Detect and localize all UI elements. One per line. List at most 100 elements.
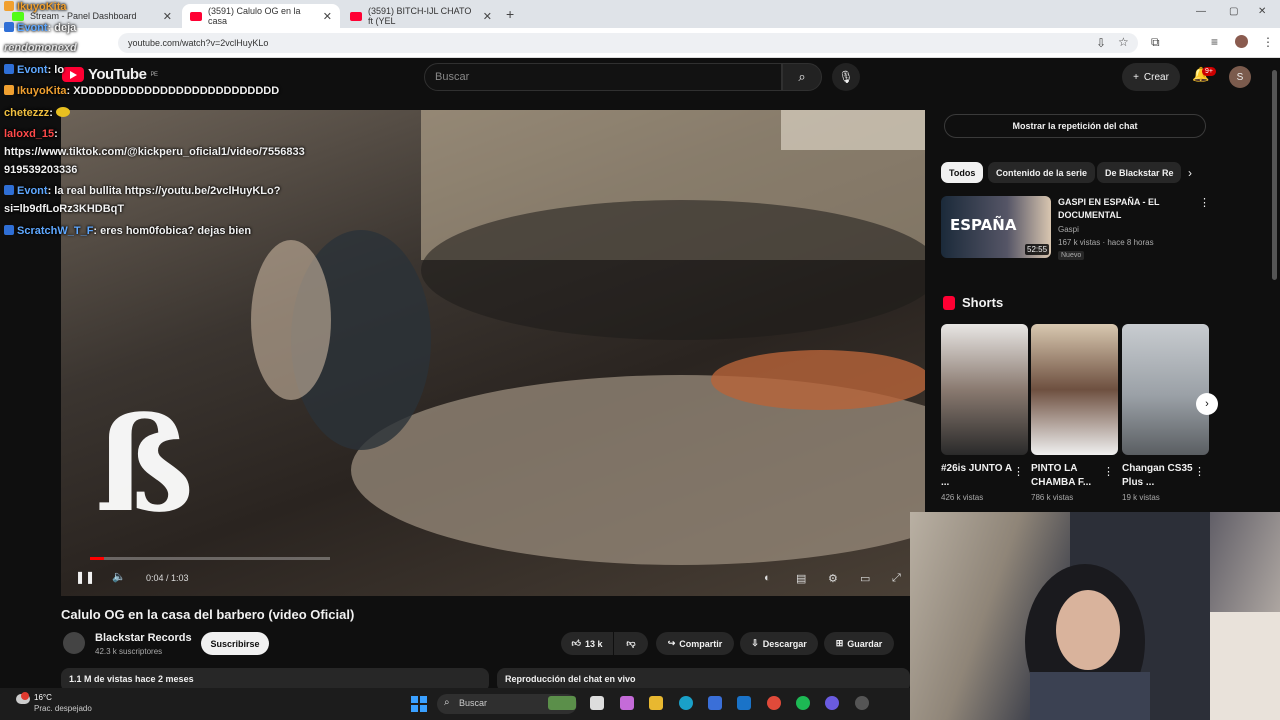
share-button[interactable]: ↪ Compartir	[656, 632, 734, 655]
chat-message: rendomonexd	[4, 42, 77, 54]
volume-icon[interactable]: 🔈	[112, 570, 126, 583]
short-thumbnail[interactable]	[1031, 324, 1118, 455]
search-icon: ⌕	[444, 697, 450, 708]
show-chat-replay-button[interactable]: Mostrar la repetición del chat	[944, 114, 1206, 138]
chat-message: IkuyoKita: XDDDDDDDDDDDDDDDDDDDDDDDDD	[4, 85, 279, 97]
extensions-icon[interactable]: ⧉	[1151, 35, 1160, 50]
more-vert-icon[interactable]: ⋮	[1013, 465, 1024, 478]
chevron-right-icon[interactable]: ›	[1188, 166, 1192, 180]
discord-icon[interactable]	[825, 696, 839, 710]
tab-calulo-video[interactable]: (3591) Calulo OG en la casa ✕	[182, 4, 340, 28]
outlook-icon[interactable]	[737, 696, 751, 710]
subtitles-icon[interactable]: ▤	[796, 572, 806, 585]
chat-username: IkuyoKita	[17, 1, 67, 13]
video-progress-bar[interactable]	[90, 557, 330, 560]
more-vert-icon[interactable]: ⋮	[1194, 465, 1205, 478]
windows-start-icon[interactable]	[411, 696, 427, 712]
thumbs-up-icon: 👍︎	[571, 638, 581, 648]
short-title[interactable]: Changan CS35 Plus ...	[1122, 462, 1194, 489]
save-playlist-icon: ⊞	[835, 638, 844, 648]
more-vert-icon[interactable]: ⋮	[1199, 196, 1210, 209]
chip-from-blackstar[interactable]: De Blackstar Re	[1097, 162, 1181, 183]
copilot-icon[interactable]	[620, 696, 634, 710]
obs-icon[interactable]	[855, 696, 869, 710]
like-button[interactable]: 👍︎ 13 k	[561, 632, 613, 655]
edge-icon[interactable]	[679, 696, 693, 710]
page-scrollbar[interactable]	[1272, 70, 1277, 280]
chat-text: https://www.tiktok.com/@kickperu_oficial…	[4, 146, 305, 158]
chat-message: chetezzz:	[4, 107, 70, 119]
chat-message: Evont: lo	[4, 64, 64, 76]
file-explorer-icon[interactable]	[649, 696, 663, 710]
bookmark-star-icon[interactable]: ☆	[1118, 35, 1129, 49]
more-vert-icon[interactable]: ⋮	[1103, 465, 1114, 478]
chrome-icon[interactable]	[767, 696, 781, 710]
chat-username: IkuyoKita	[17, 85, 67, 97]
download-button[interactable]: ⇩ Descargar	[740, 632, 818, 655]
subscribe-button[interactable]: Suscribirse	[201, 632, 269, 655]
chip-todos[interactable]: Todos	[941, 162, 984, 183]
chat-message: Evont: la real bullita https://youtu.be/…	[4, 185, 280, 197]
save-label: Guardar	[847, 638, 883, 649]
dislike-button[interactable]: 👎︎	[614, 632, 648, 655]
tab-label: (3591) BITCH-IJL CHATO ft (YEL	[368, 6, 472, 26]
new-badge: Nuevo	[1058, 251, 1085, 260]
download-label: Descargar	[762, 638, 807, 649]
short-views: 19 k vistas	[1122, 493, 1160, 502]
pause-icon[interactable]: ❚❚	[75, 570, 95, 584]
short-title[interactable]: #26is JUNTO A ...	[941, 462, 1013, 489]
weather-temperature: 16°C	[34, 693, 52, 702]
url-field[interactable]: youtube.com/watch?v=2vclHuyKLo	[118, 33, 1138, 53]
video-duration: 52:55	[1025, 244, 1050, 255]
fullscreen-icon[interactable]: ⤢	[892, 572, 901, 585]
menu-list-icon[interactable]: ≡	[1211, 35, 1218, 49]
new-tab-button[interactable]: +	[506, 6, 514, 22]
close-tab-icon[interactable]: ✕	[163, 10, 172, 23]
weather-alert-badge	[21, 692, 29, 700]
minimize-icon[interactable]: —	[1196, 6, 1206, 17]
short-thumbnail[interactable]	[1122, 324, 1209, 455]
chat-badge-icon	[4, 185, 14, 195]
more-vert-icon[interactable]: ⋮	[1262, 35, 1274, 49]
search-input[interactable]: Buscar	[424, 63, 782, 91]
channel-avatar[interactable]	[63, 632, 85, 654]
like-count: 13 k	[584, 638, 603, 649]
save-button[interactable]: ⊞ Guardar	[824, 632, 894, 655]
profile-avatar[interactable]	[1235, 35, 1248, 48]
channel-name[interactable]: Blackstar Records	[95, 632, 192, 644]
region-code: PE	[150, 71, 158, 78]
youtube-logo[interactable]: YouTube PE	[62, 66, 158, 83]
plus-icon: +	[1133, 71, 1139, 83]
voice-search-button[interactable]: 🎙	[832, 63, 860, 91]
spotify-icon[interactable]	[796, 696, 810, 710]
shorts-heading: Shorts	[962, 295, 1004, 310]
short-thumbnail[interactable]	[941, 324, 1028, 455]
subscriber-count: 42.3 k suscriptores	[95, 647, 163, 656]
close-tab-icon[interactable]: ✕	[483, 10, 492, 23]
settings-gear-icon[interactable]: ⚙	[828, 572, 838, 585]
account-avatar[interactable]: S	[1229, 66, 1251, 88]
theater-mode-icon[interactable]: ▭	[860, 572, 870, 585]
tab-bitch-chato[interactable]: (3591) BITCH-IJL CHATO ft (YEL ✕	[342, 4, 500, 28]
short-views: 786 k vistas	[1031, 493, 1074, 502]
chat-username: laloxd_15	[4, 128, 55, 140]
recommended-title[interactable]: GASPI EN ESPAÑA - EL DOCUMENTAL	[1058, 196, 1198, 221]
search-button[interactable]: ⌕	[782, 63, 822, 91]
close-tab-icon[interactable]: ✕	[323, 10, 332, 23]
close-window-icon[interactable]: ✕	[1258, 6, 1266, 17]
chat-message: ScratchW_T_F: eres hom0fobica? dejas bie…	[4, 225, 251, 237]
weather-description: Prac. despejado	[34, 704, 92, 713]
recommended-channel[interactable]: Gaspi	[1058, 225, 1079, 234]
search-highlight-icon[interactable]	[548, 696, 576, 710]
chat-badge-icon	[4, 1, 14, 11]
maximize-icon[interactable]: ▢	[1229, 6, 1238, 17]
store-icon[interactable]	[708, 696, 722, 710]
youtube-icon	[190, 11, 202, 21]
chevron-right-icon[interactable]: ›	[1196, 393, 1218, 415]
autoplay-toggle[interactable]: ◐	[764, 572, 771, 584]
install-icon[interactable]: ⇩	[1096, 36, 1106, 50]
create-button[interactable]: + Crear	[1122, 63, 1180, 91]
short-title[interactable]: PINTO LA CHAMBA F...	[1031, 462, 1103, 489]
chip-series-content[interactable]: Contenido de la serie	[988, 162, 1096, 183]
task-view-icon[interactable]	[590, 696, 604, 710]
